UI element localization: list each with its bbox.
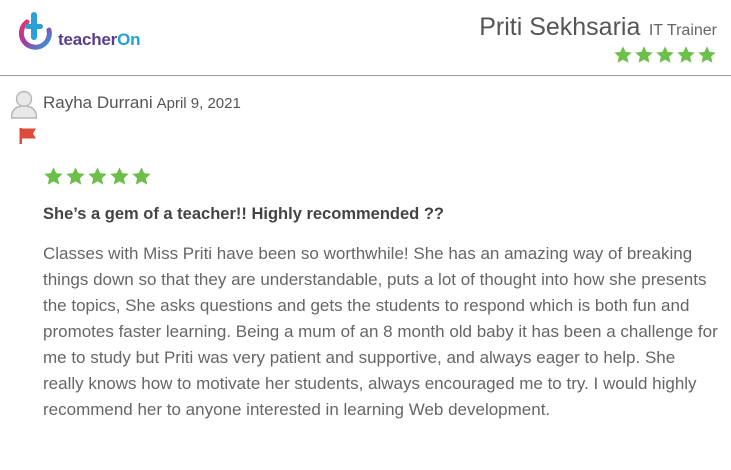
trainer-rating-stars [479,45,717,65]
trainer-header: Priti Sekhsaria IT Trainer [479,13,717,65]
star-icon [66,167,85,185]
header-divider [0,75,731,76]
review-title: She’s a gem of a teacher!! Highly recomm… [43,205,444,223]
logo-wordmark: teacherOn [58,30,141,49]
star-icon [635,46,653,63]
review-rating-stars [43,166,152,187]
trainer-role: IT Trainer [648,22,717,39]
star-icon [698,46,716,63]
review-body: Classes with Miss Priti have been so wor… [43,244,718,419]
user-avatar-icon [10,90,38,119]
star-icon [656,46,674,63]
review-date: April 9, 2021 [156,95,241,112]
reviewer-name: Rayha Durrani [43,93,153,112]
star-icon [614,46,632,63]
star-icon [132,167,151,185]
star-icon [110,167,129,185]
teacheron-logo[interactable]: teacherOn [13,10,141,54]
star-icon [677,46,695,63]
reviewer-info: Rayha Durrani April 9, 2021 [10,89,241,119]
star-icon [88,167,107,185]
teacheron-logo-icon [18,12,52,50]
star-icon [44,167,63,185]
trainer-name[interactable]: Priti Sekhsaria [479,13,640,41]
flag-icon[interactable] [19,127,37,145]
review-page: teacherOn Priti Sekhsaria IT Trainer Ray… [0,0,731,470]
